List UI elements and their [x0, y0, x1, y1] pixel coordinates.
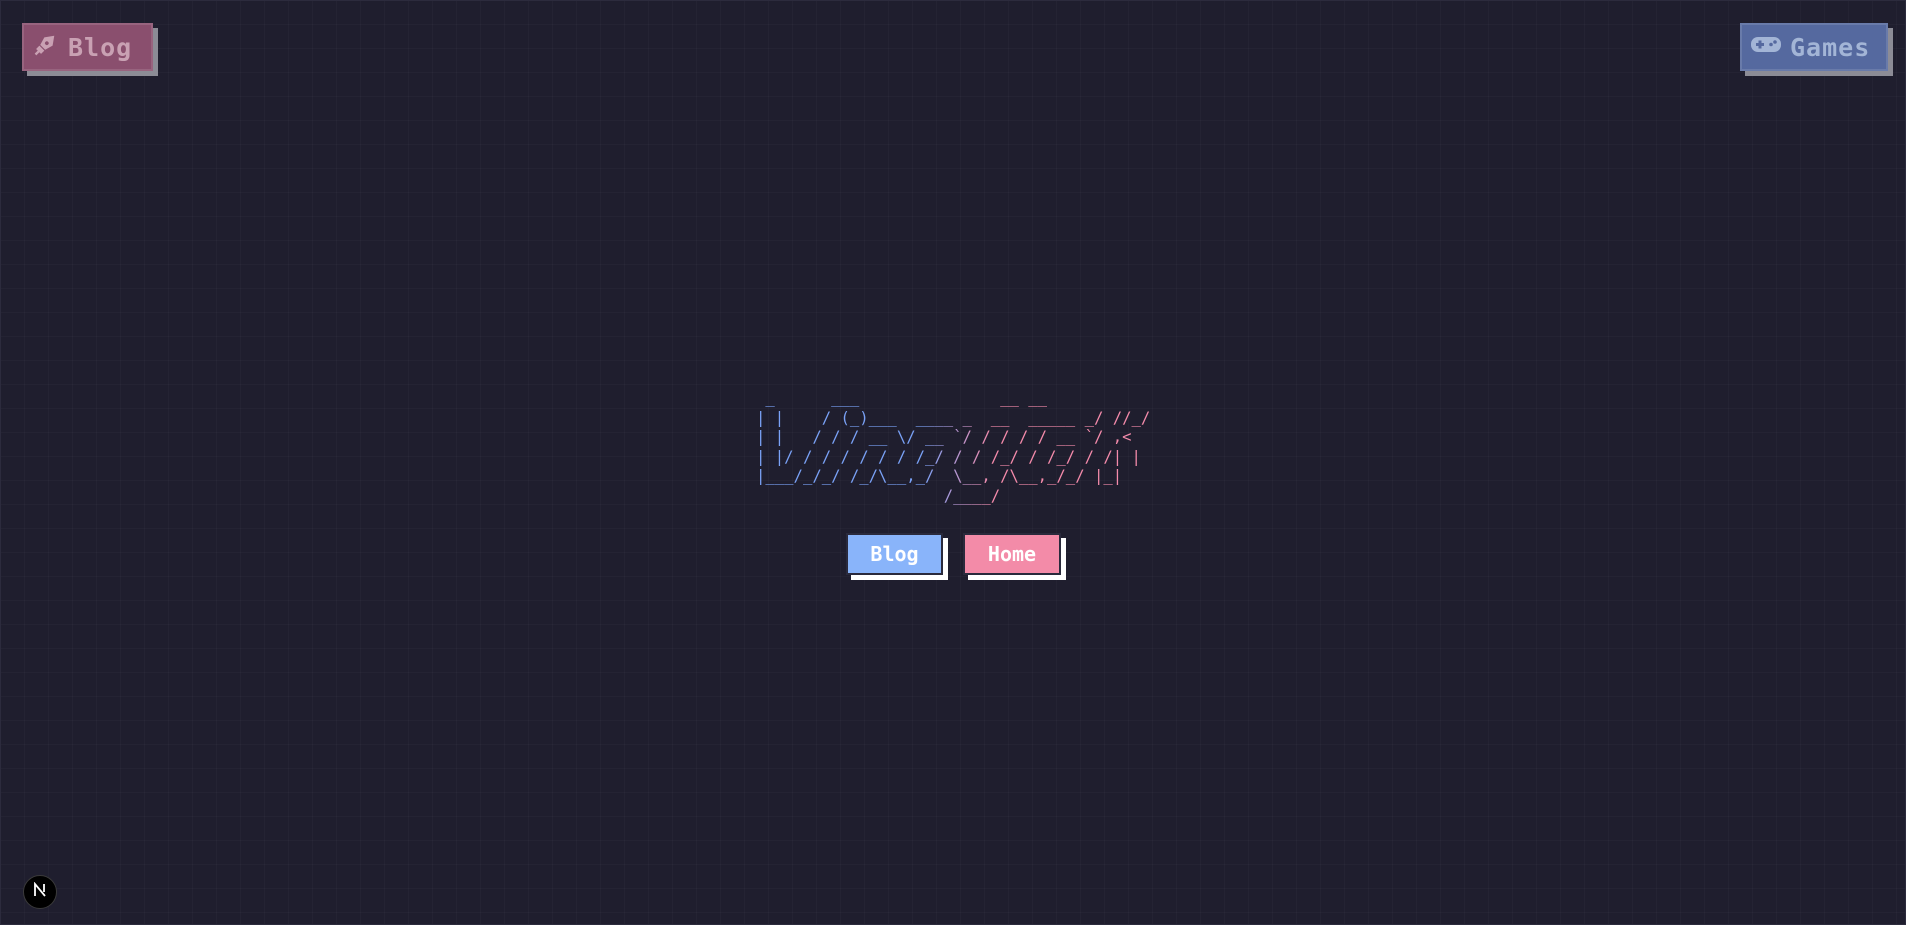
nextjs-logo-icon: [32, 881, 48, 902]
blog-button[interactable]: Blog: [846, 533, 943, 575]
nextjs-badge[interactable]: [23, 875, 57, 909]
center-nav: Blog Home: [846, 533, 1061, 575]
corner-blog-label: Blog: [68, 32, 133, 62]
corner-games-button[interactable]: Games: [1740, 23, 1888, 71]
gamepad-icon: [1750, 32, 1782, 62]
corner-games-label: Games: [1790, 32, 1871, 62]
ascii-logo: _ ___ __ __ | | / (_)___ ____ _ __ _____…: [756, 389, 1151, 505]
pen-nib-icon: [32, 30, 60, 64]
corner-blog-button[interactable]: Blog: [22, 23, 153, 71]
home-button[interactable]: Home: [963, 533, 1061, 575]
